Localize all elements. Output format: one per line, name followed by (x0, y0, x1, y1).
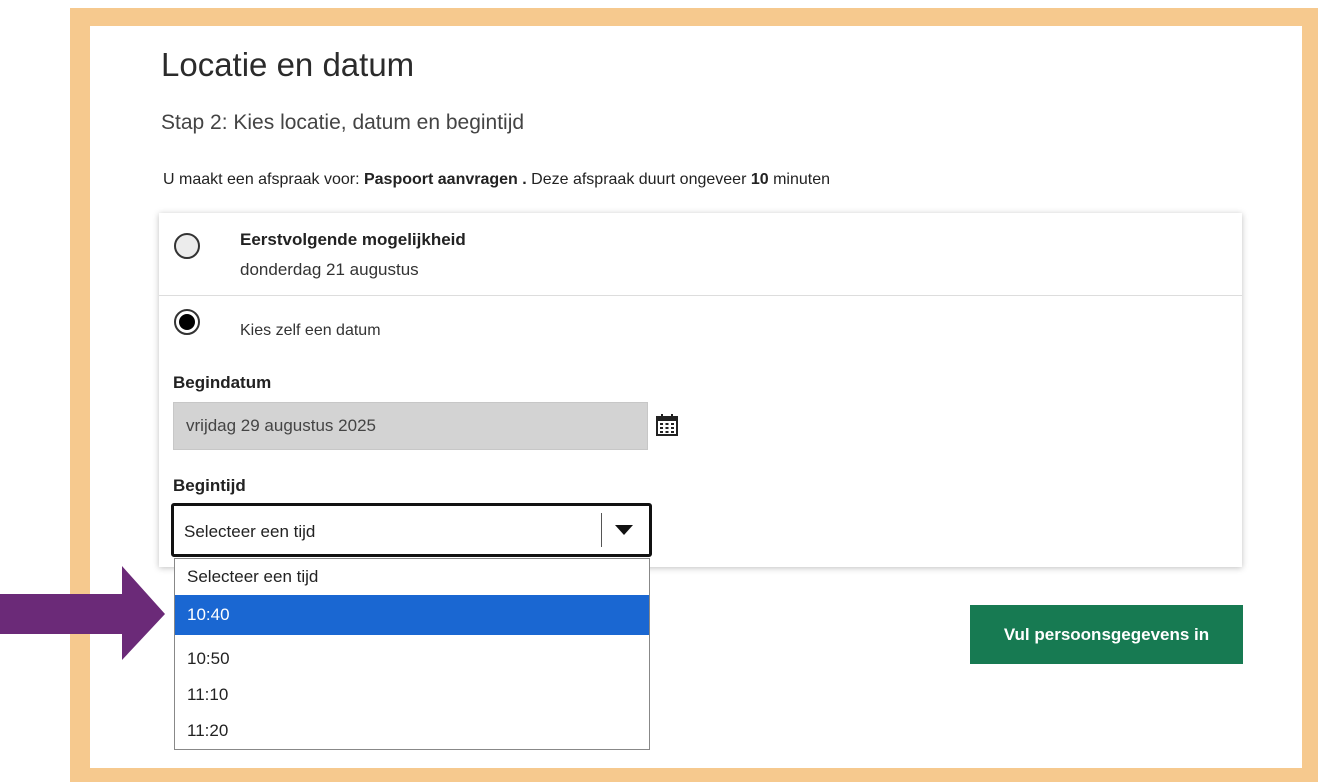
info-suffix: minuten (768, 171, 831, 188)
calendar-icon[interactable] (655, 413, 679, 437)
dropdown-option-highlighted[interactable]: 10:40 (175, 595, 649, 635)
radio-first-available[interactable] (174, 233, 200, 259)
start-time-dropdown: Selecteer een tijd 10:40 10:50 11:10 11:… (174, 558, 650, 750)
start-time-select[interactable]: Selecteer een tijd (171, 503, 652, 557)
info-duration: 10 (750, 171, 769, 188)
radio-choose-date[interactable] (174, 309, 200, 335)
start-date-label: Begindatum (173, 373, 272, 392)
choose-date-label: Kies zelf een datum (240, 322, 381, 339)
fill-personal-details-button[interactable]: Vul persoonsgegevens in (970, 605, 1243, 664)
page-title: Locatie en datum (161, 46, 415, 83)
start-time-value: Selecteer een tijd (184, 522, 316, 541)
info-prefix: U maakt een afspraak voor: (163, 171, 364, 188)
start-date-input[interactable] (173, 402, 648, 450)
info-product: Paspoort aanvragen . (363, 171, 527, 188)
appointment-info: U maakt een afspraak voor: Paspoort aanv… (163, 171, 830, 189)
select-divider (601, 513, 602, 547)
dropdown-option[interactable]: 11:10 (175, 677, 649, 713)
step-subtitle: Stap 2: Kies locatie, datum en begintijd (161, 111, 525, 134)
start-time-label: Begintijd (173, 476, 246, 495)
card-divider (159, 295, 1242, 296)
dropdown-option[interactable]: Selecteer een tijd (175, 559, 649, 595)
dropdown-option[interactable]: 10:50 (175, 641, 649, 677)
arrow-right-icon (0, 566, 165, 660)
dropdown-option[interactable]: 11:20 (175, 713, 649, 749)
first-available-title: Eerstvolgende mogelijkheid (240, 230, 466, 249)
chevron-down-icon[interactable] (615, 525, 633, 535)
first-available-date: donderdag 21 augustus (240, 260, 419, 279)
info-middle: Deze afspraak duurt ongeveer (526, 171, 751, 188)
